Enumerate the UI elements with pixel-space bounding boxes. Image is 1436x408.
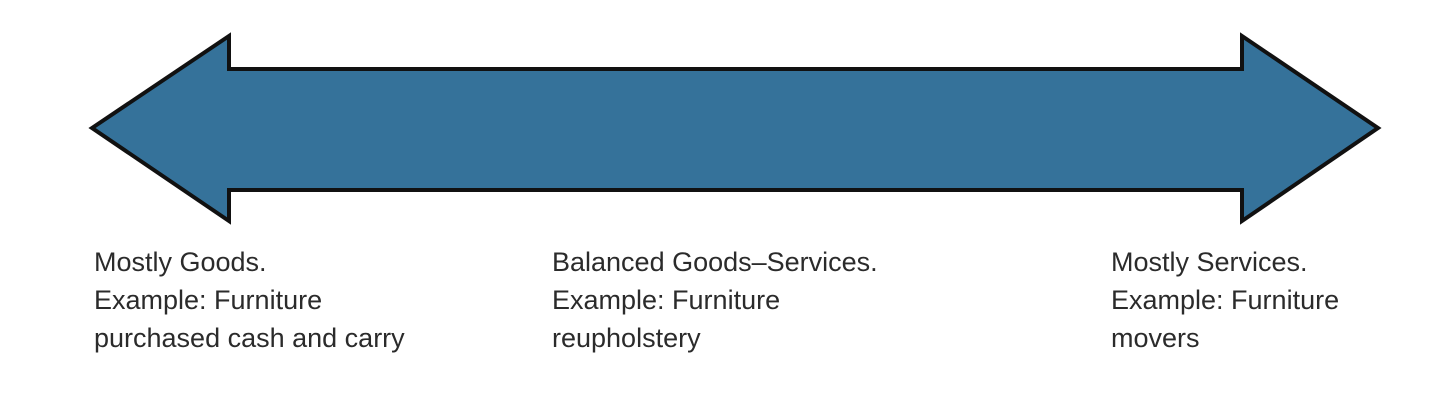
- mostly-goods-title: Mostly Goods.: [94, 247, 267, 277]
- balanced-detail: reupholstery: [552, 323, 701, 353]
- double-headed-arrow: [88, 32, 1382, 225]
- balanced-goods-services-label: Balanced Goods–Services. Example: Furnit…: [552, 243, 878, 357]
- mostly-goods-label: Mostly Goods. Example: Furniture purchas…: [94, 243, 405, 357]
- mostly-services-detail: movers: [1111, 323, 1200, 353]
- balanced-example: Example: Furniture: [552, 285, 781, 315]
- mostly-services-title: Mostly Services.: [1111, 247, 1308, 277]
- mostly-services-label: Mostly Services. Example: Furniture move…: [1111, 243, 1339, 357]
- mostly-goods-detail: purchased cash and carry: [94, 323, 405, 353]
- mostly-goods-example: Example: Furniture: [94, 285, 323, 315]
- mostly-services-example: Example: Furniture: [1111, 285, 1340, 315]
- balanced-title: Balanced Goods–Services.: [552, 247, 878, 277]
